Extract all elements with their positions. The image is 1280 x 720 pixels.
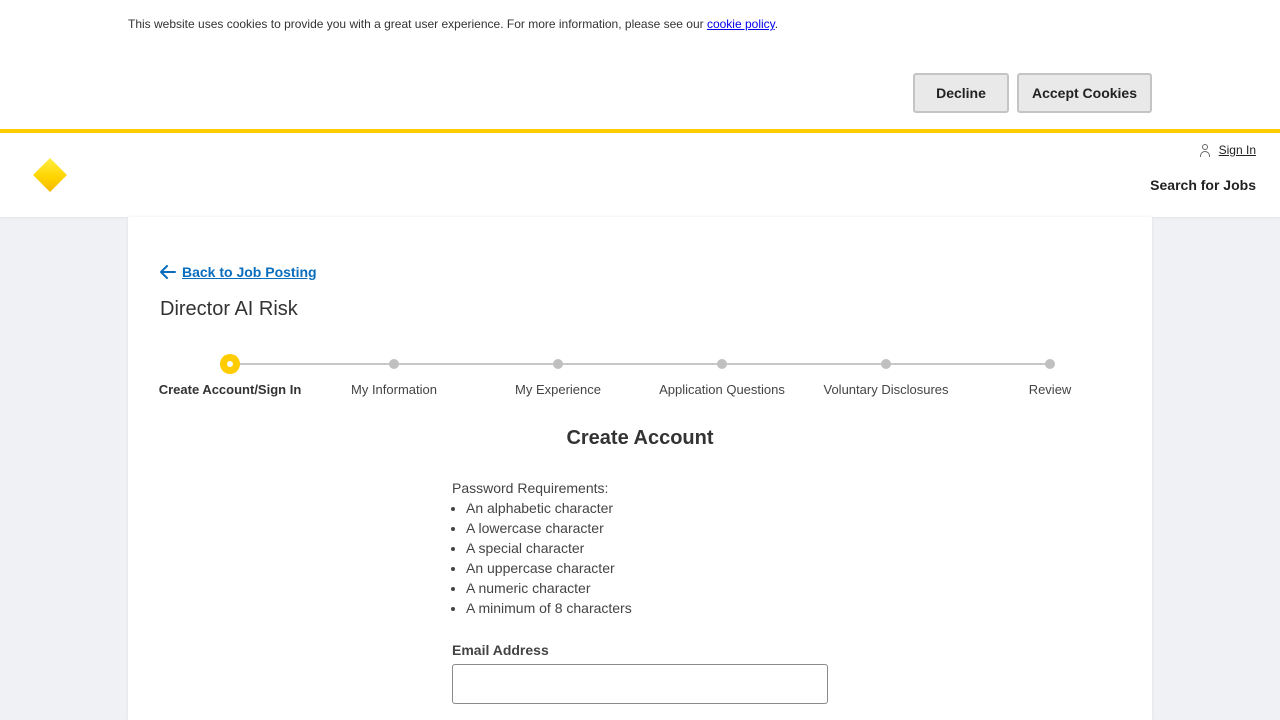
cookie-message-text: This website uses cookies to provide you…	[128, 17, 707, 31]
password-rule: A lowercase character	[466, 518, 632, 538]
sign-in-area: Sign In	[1199, 143, 1256, 157]
email-field[interactable]	[452, 664, 828, 704]
password-requirements: Password Requirements: An alphabetic cha…	[452, 478, 632, 618]
back-to-job-posting-link[interactable]: Back to Job Posting	[160, 264, 317, 280]
step-current-indicator-icon	[220, 354, 240, 374]
search-for-jobs-link[interactable]: Search for Jobs	[1150, 177, 1256, 193]
sign-in-link[interactable]: Sign In	[1219, 143, 1256, 157]
step-label: My Experience	[515, 382, 601, 397]
application-card: Back to Job Posting Director AI Risk Cre…	[128, 217, 1152, 720]
step-label: Create Account/Sign In	[158, 382, 302, 397]
step-indicator-icon	[1045, 359, 1055, 369]
step-indicator-icon	[881, 359, 891, 369]
password-rule: A special character	[466, 538, 632, 558]
step-label: Voluntary Disclosures	[823, 382, 949, 397]
password-requirements-heading: Password Requirements:	[452, 480, 609, 496]
step-label: Review	[1028, 382, 1072, 397]
step-label: My Information	[351, 382, 437, 397]
brand-logo-icon[interactable]	[33, 158, 67, 192]
password-rule: A minimum of 8 characters	[466, 598, 632, 618]
accept-cookies-button[interactable]: Accept Cookies	[1017, 73, 1152, 113]
step-indicator-icon	[553, 359, 563, 369]
step-label: Application Questions	[659, 382, 785, 397]
create-account-heading: Create Account	[566, 427, 714, 449]
arrow-left-icon	[160, 265, 176, 279]
cookie-banner: This website uses cookies to provide you…	[0, 0, 1280, 129]
back-link-label: Back to Job Posting	[182, 264, 317, 280]
password-rule: A numeric character	[466, 578, 632, 598]
password-rules-list: An alphabetic characterA lowercase chara…	[452, 498, 632, 618]
email-label: Email Address	[452, 642, 549, 658]
decline-cookies-button[interactable]: Decline	[913, 73, 1009, 113]
job-title: Director AI Risk	[160, 298, 298, 320]
password-rule: An alphabetic character	[466, 498, 632, 518]
user-icon	[1199, 143, 1211, 157]
cookie-message: This website uses cookies to provide you…	[128, 17, 778, 31]
password-rule: An uppercase character	[466, 558, 632, 578]
cookie-message-end: .	[774, 17, 779, 31]
stepper-track	[230, 363, 1050, 365]
step-indicator-icon	[389, 359, 399, 369]
site-header: Sign In Search for Jobs	[0, 129, 1280, 217]
cookie-policy-link[interactable]: cookie policy	[707, 17, 775, 31]
step-indicator-icon	[717, 359, 727, 369]
